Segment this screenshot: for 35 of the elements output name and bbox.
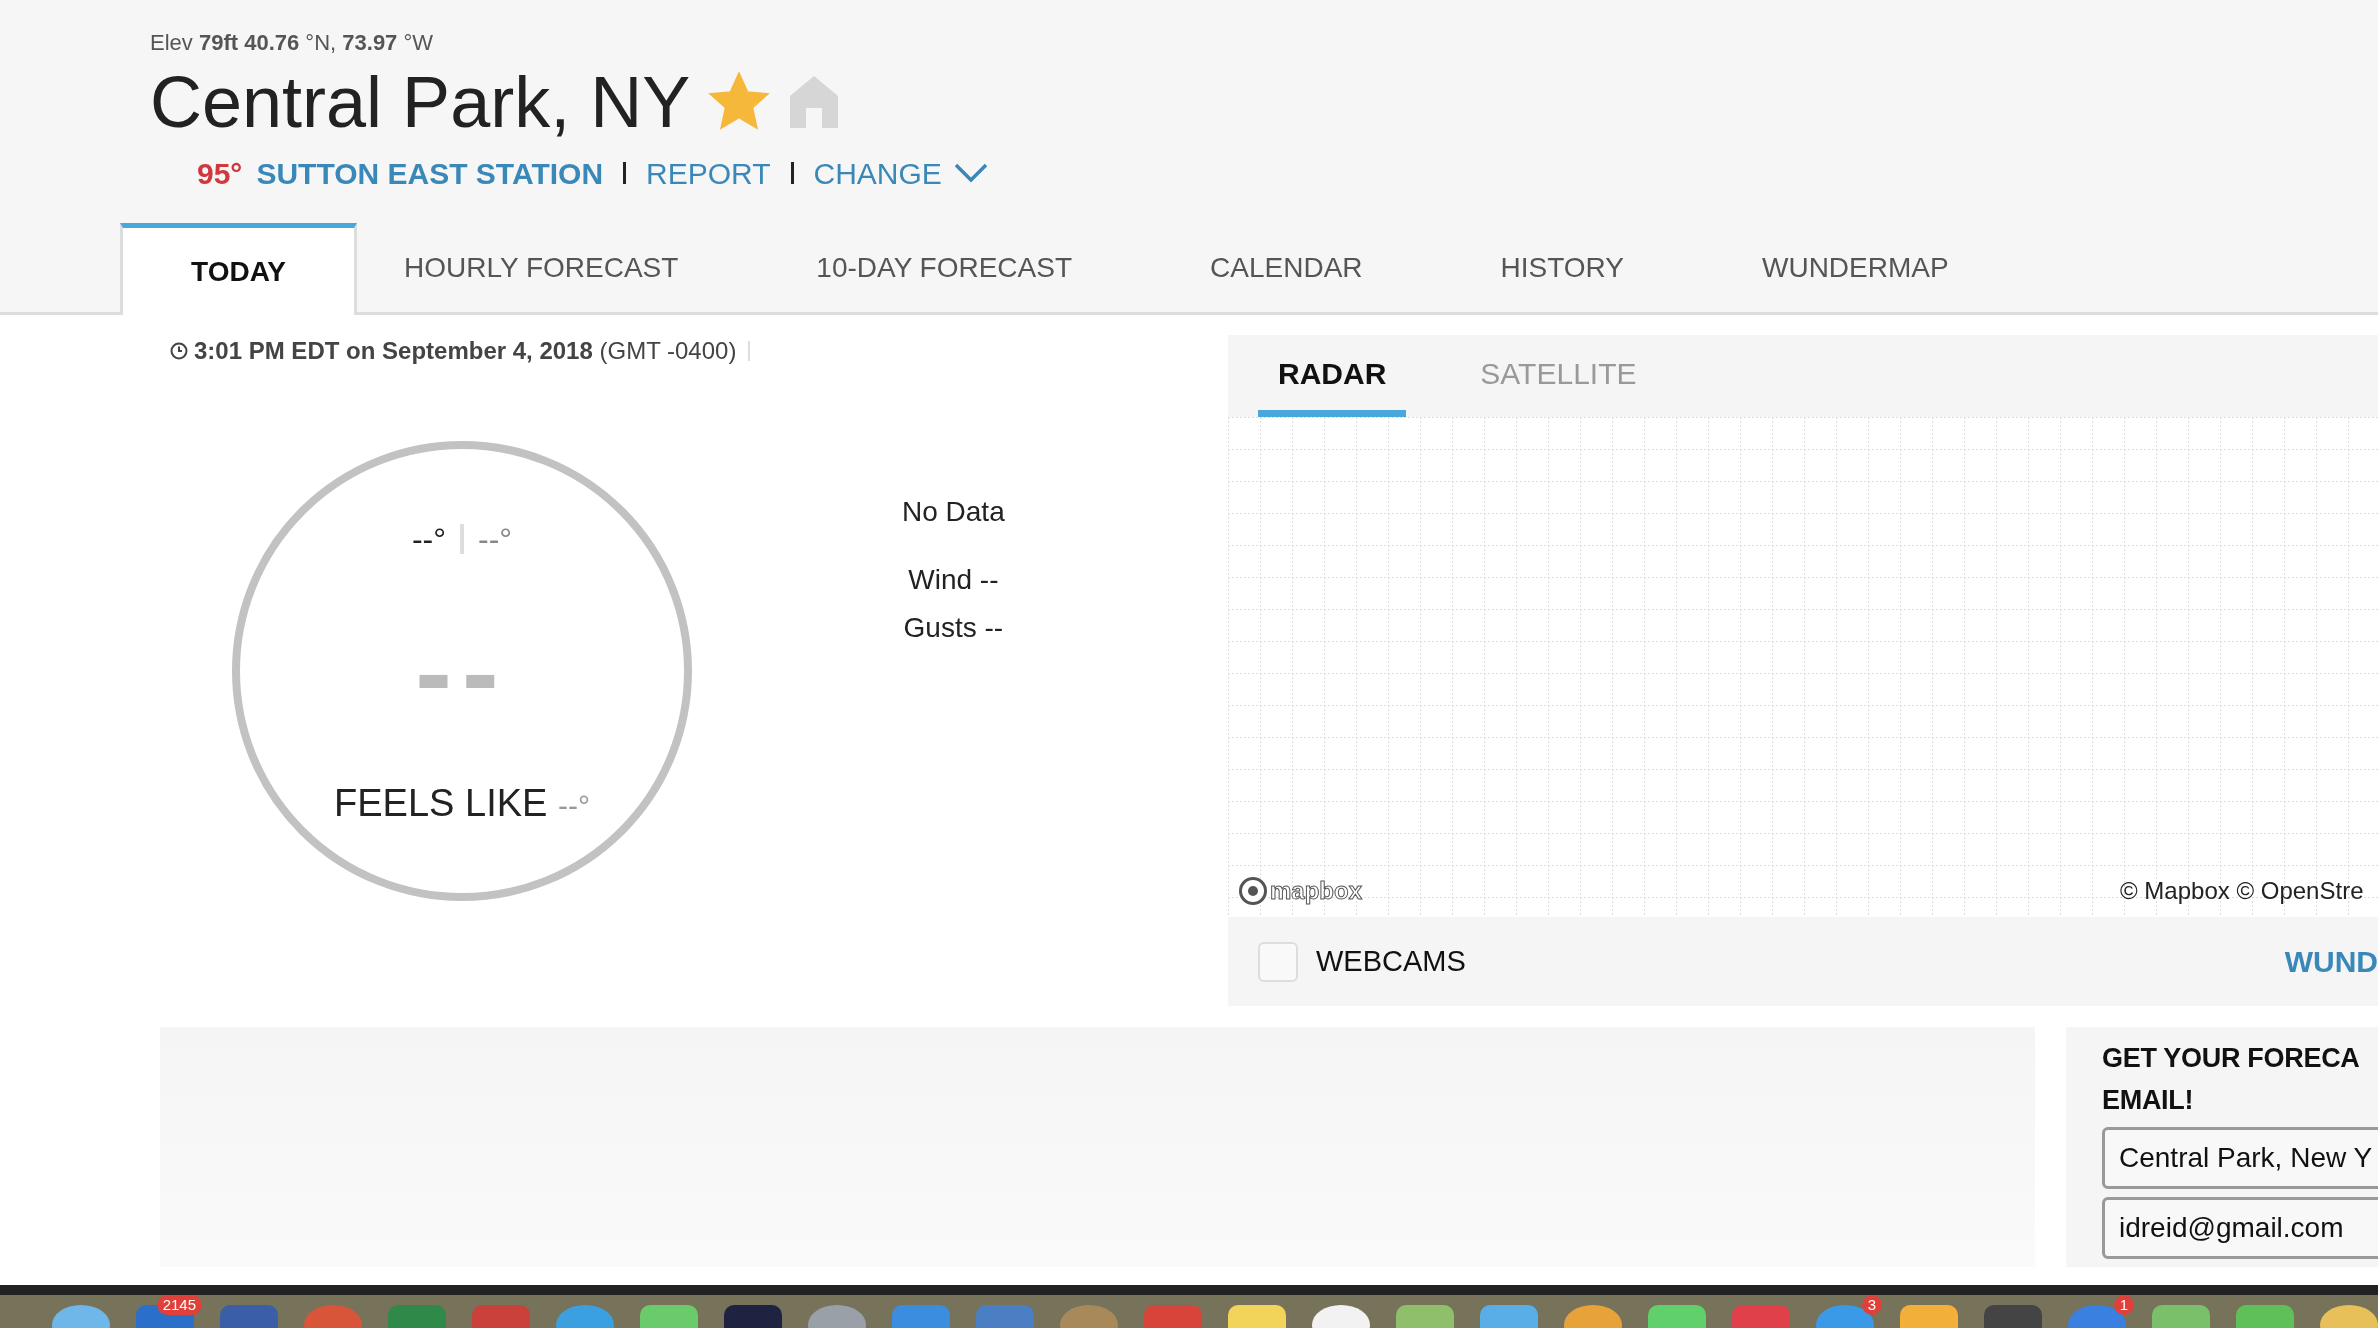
map-attribution: © Mapbox © OpenStre: [2120, 876, 2364, 906]
chevron-down-icon: [953, 163, 988, 183]
location-title: Central Park, NY: [150, 66, 691, 138]
nav-tab[interactable]: HOURLY FORECAST: [357, 223, 726, 312]
report-link[interactable]: REPORT: [646, 150, 771, 196]
wundermap-link[interactable]: WUND: [2284, 939, 2378, 984]
notification-badge: 1: [2113, 1295, 2134, 1315]
home-icon[interactable]: [788, 74, 841, 130]
notification-badge: 3: [1861, 1295, 1882, 1315]
change-dropdown[interactable]: CHANGE: [813, 150, 988, 196]
wind-reading: Wind --: [908, 563, 999, 597]
location-field[interactable]: Central Park, New Y: [2102, 1127, 2378, 1189]
mapbox-logo-text: mapbox: [1270, 876, 1362, 907]
nav-tab[interactable]: CALENDAR: [1163, 223, 1410, 312]
notification-badge: 2145: [156, 1295, 202, 1315]
signup-heading: GET YOUR FORECA EMAIL!: [2102, 1042, 2360, 1117]
nav-tab[interactable]: 10-DAY FORECAST: [769, 223, 1120, 312]
nav-tab[interactable]: WUNDERMAP: [1715, 223, 1996, 312]
email-field[interactable]: idreid@gmail.com: [2102, 1197, 2378, 1259]
nav-tab[interactable]: HISTORY: [1453, 223, 1671, 312]
observation-time: 3:01 PM EDT on September 4, 2018 (GMT -0400): [194, 336, 737, 366]
star-icon[interactable]: [708, 72, 771, 132]
webcams-checkbox[interactable]: [1258, 941, 1298, 982]
high-temperature: --°: [411, 520, 446, 559]
nav-tab[interactable]: TODAY: [120, 223, 357, 315]
gusts-reading: Gusts --: [903, 611, 1004, 645]
low-temperature: --°: [478, 520, 513, 559]
elevation-coordinates: Elev 79ft 40.76 °N, 73.97 °W: [149, 29, 435, 57]
station-link[interactable]: SUTTON EAST STATION: [256, 150, 604, 196]
webcams-label: WEBCAMS: [1316, 943, 1466, 979]
clock-icon: [170, 342, 188, 360]
current-temperature: --: [415, 617, 509, 727]
feels-like-label: FEELS LIKE --°: [334, 781, 590, 826]
station-temperature: 95°: [197, 155, 243, 192]
conditions-summary: No Data: [902, 495, 1005, 529]
